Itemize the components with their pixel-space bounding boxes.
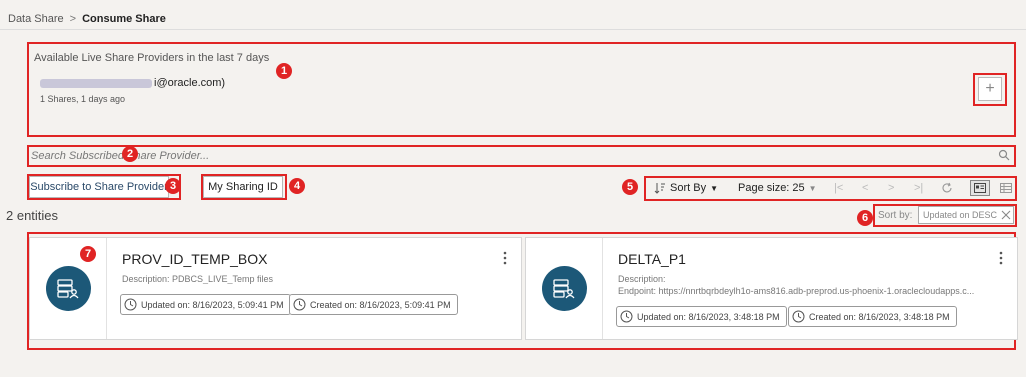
more-options-icon[interactable] [503, 251, 507, 265]
database-user-icon [553, 278, 575, 298]
refresh-icon[interactable] [941, 182, 953, 194]
redacted-name [40, 78, 152, 88]
close-icon[interactable] [1001, 210, 1011, 220]
card-endpoint: Endpoint: https://nnrtbqrbdeylh1o-ams816… [618, 286, 975, 296]
created-on-text: Created on: 8/16/2023, 5:09:41 PM [310, 299, 451, 310]
share-card[interactable]: DELTA_P1 Description: Endpoint: https://… [525, 237, 1018, 340]
created-on-chip: Created on: 8/16/2023, 5:09:41 PM [289, 294, 458, 315]
clock-icon [620, 310, 633, 323]
updated-on-chip: Updated on: 8/16/2023, 5:09:41 PM [120, 294, 291, 315]
table-view-toggle[interactable] [996, 180, 1016, 196]
providers-heading: Available Live Share Providers in the la… [34, 52, 270, 64]
provider-email[interactable]: i@oracle.com) [40, 77, 225, 89]
last-page-button[interactable]: >| [914, 182, 923, 194]
breadcrumb: Data Share > Consume Share [8, 13, 166, 25]
callout-1: 1 [276, 63, 292, 79]
caret-down-icon: ▼ [710, 183, 718, 193]
page-size-dropdown[interactable]: Page size: 25 ▼ [738, 182, 817, 194]
provider-avatar [541, 266, 587, 311]
entity-count: 2 entities [6, 208, 59, 223]
header-divider [0, 29, 1026, 30]
updated-on-text: Updated on: 8/16/2023, 5:09:41 PM [141, 299, 284, 310]
share-card[interactable]: PROV_ID_TEMP_BOX Description: PDBCS_LIVE… [29, 237, 522, 340]
card-view-toggle[interactable] [970, 180, 990, 196]
created-on-text: Created on: 8/16/2023, 3:48:18 PM [809, 311, 950, 322]
breadcrumb-current: Consume Share [82, 13, 166, 25]
search-icon[interactable] [998, 149, 1010, 161]
sort-by-caption: Sort by: [878, 210, 913, 221]
updated-on-chip: Updated on: 8/16/2023, 3:48:18 PM [616, 306, 787, 327]
callout-5: 5 [622, 179, 638, 195]
subscribe-highlight [27, 174, 181, 200]
clock-icon [792, 310, 805, 323]
updated-on-text: Updated on: 8/16/2023, 3:48:18 PM [637, 311, 780, 322]
card-description: Description: [618, 274, 666, 284]
page-size-label: Page size: 25 [738, 182, 805, 194]
sharing-id-highlight [201, 174, 287, 200]
card-title[interactable]: PROV_ID_TEMP_BOX [122, 251, 268, 267]
search-input[interactable] [29, 147, 1012, 165]
card-description: Description: PDBCS_LIVE_Temp files [122, 274, 274, 284]
callout-7: 7 [80, 246, 96, 262]
card-icon-column [526, 238, 603, 339]
table-view-icon [1000, 183, 1012, 193]
callout-6: 6 [857, 210, 873, 226]
sort-by-label: Sort By [670, 182, 707, 194]
first-page-button[interactable]: |< [834, 182, 843, 194]
clock-icon [293, 298, 306, 311]
card-view-icon [974, 183, 986, 193]
callout-2: 2 [122, 146, 138, 162]
database-user-icon [57, 278, 79, 298]
sort-icon [654, 183, 665, 194]
sort-chip[interactable]: Updated on DESC [918, 206, 1014, 224]
more-options-icon[interactable] [999, 251, 1003, 265]
sort-chip-label: Updated on DESC [923, 210, 998, 220]
created-on-chip: Created on: 8/16/2023, 3:48:18 PM [788, 306, 957, 327]
card-title[interactable]: DELTA_P1 [618, 251, 686, 267]
next-page-button[interactable]: > [888, 182, 894, 194]
add-provider-highlight [973, 73, 1007, 106]
callout-3: 3 [165, 178, 181, 194]
breadcrumb-data-share-link[interactable]: Data Share [8, 13, 64, 25]
sort-by-dropdown[interactable]: Sort By ▼ [654, 182, 718, 194]
provider-meta: 1 Shares, 1 days ago [40, 94, 126, 104]
provider-avatar [45, 266, 91, 311]
clock-icon [124, 298, 137, 311]
breadcrumb-separator: > [69, 13, 77, 25]
callout-4: 4 [289, 178, 305, 194]
provider-email-text: i@oracle.com) [154, 77, 226, 89]
caret-down-icon: ▼ [808, 183, 817, 193]
prev-page-button[interactable]: < [862, 182, 868, 194]
